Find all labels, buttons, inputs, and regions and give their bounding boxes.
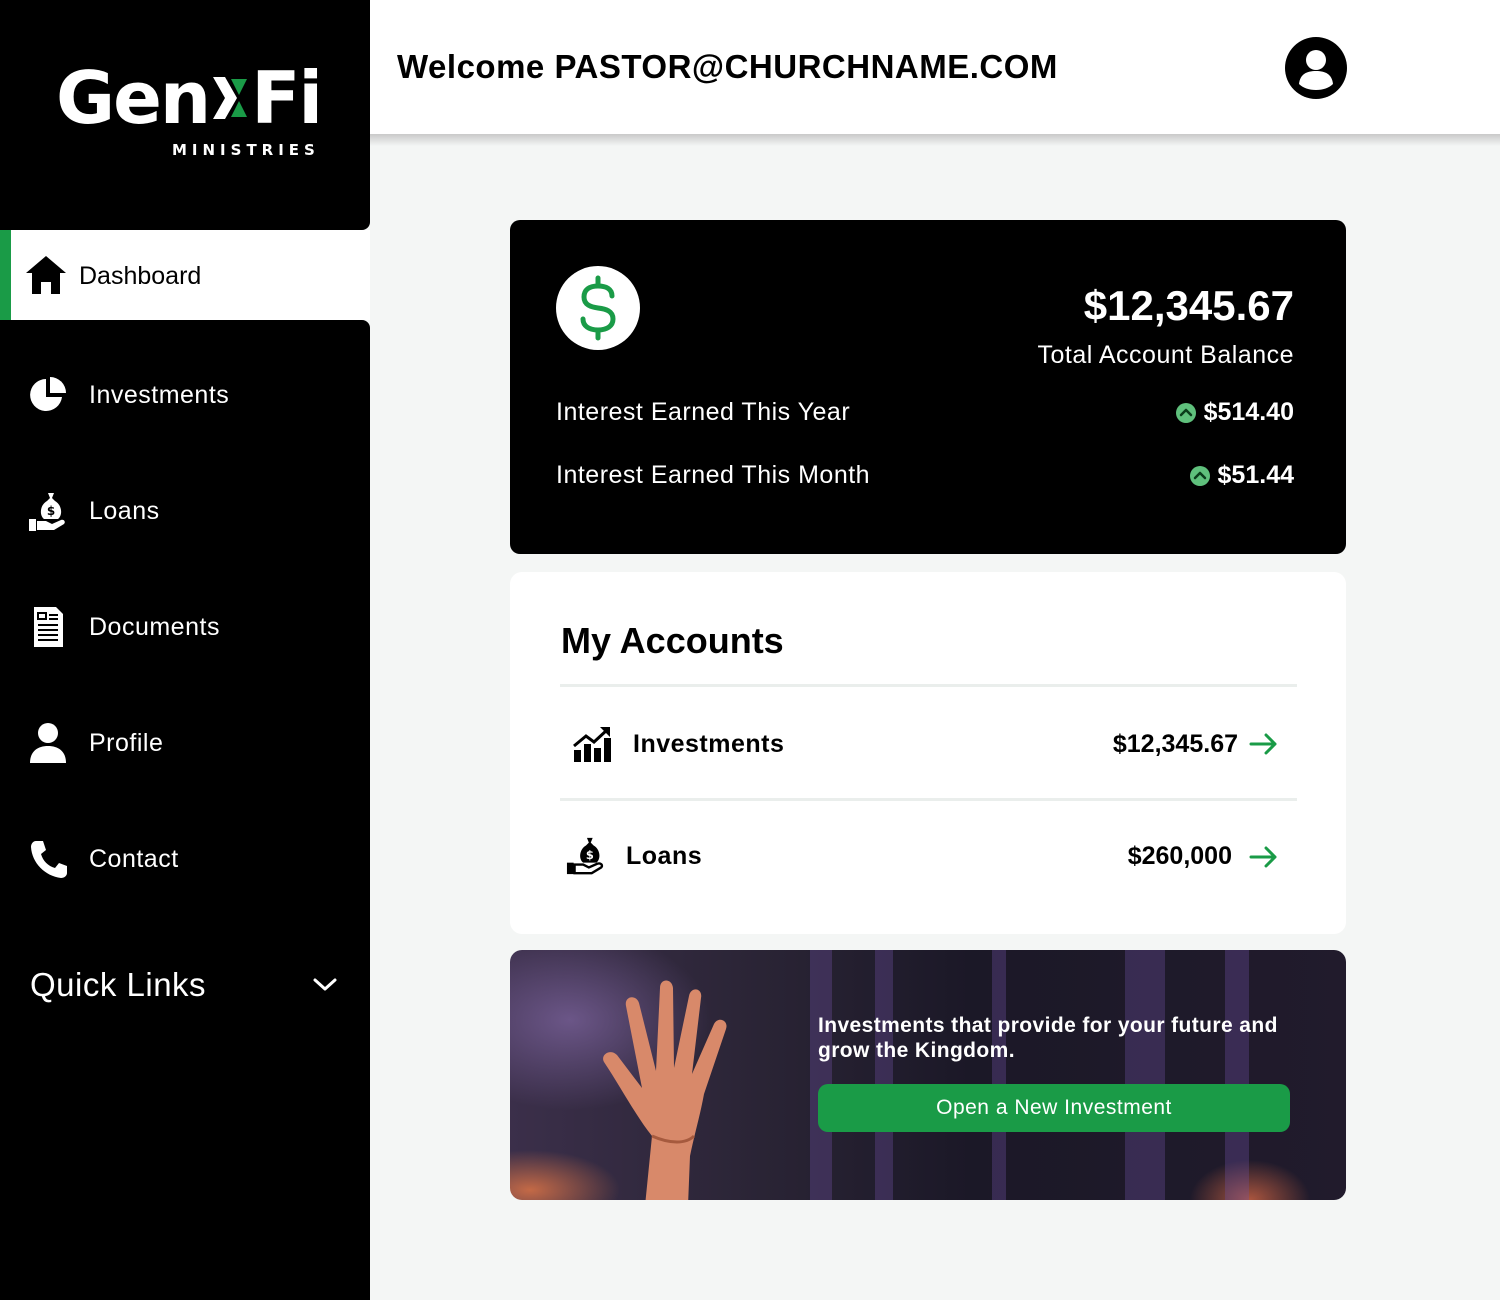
background-light <box>875 950 893 1200</box>
my-accounts-title: My Accounts <box>561 620 784 661</box>
sidebar-item-documents[interactable]: Documents <box>0 587 370 667</box>
quick-links-label: Quick Links <box>30 966 207 1003</box>
interest-month-label: Interest Earned This Month <box>556 461 871 489</box>
total-balance: $12,345.67 <box>1083 282 1294 329</box>
phone-icon <box>31 841 67 878</box>
pie-chart-icon <box>30 377 66 411</box>
divider <box>560 684 1297 687</box>
increase-icon <box>1189 465 1210 486</box>
dollar-icon <box>556 266 640 350</box>
interest-month-value: $51.44 <box>1189 461 1294 490</box>
background-light <box>1225 950 1249 1200</box>
sidebar-nav: Investments $ Loans Documents Profile Co… <box>0 320 370 1300</box>
growth-chart-icon <box>573 727 611 762</box>
chevron-down-icon <box>313 978 337 991</box>
sidebar-item-label: Contact <box>89 845 179 873</box>
logo-x-mark <box>209 71 251 125</box>
welcome-text: Welcome PASTOR@CHURCHNAME.COM <box>397 48 1058 85</box>
logo[interactable]: Gen Fi MINISTRIES <box>0 0 370 230</box>
background-light <box>992 950 1006 1200</box>
arrow-right-icon[interactable] <box>1249 845 1279 869</box>
quick-links-toggle[interactable]: Quick Links <box>30 960 350 1010</box>
active-indicator <box>0 230 11 320</box>
interest-year-value: $514.40 <box>1175 398 1294 427</box>
sidebar-item-label: Dashboard <box>79 262 202 290</box>
money-bag-hand-icon: $ <box>29 493 65 531</box>
document-icon <box>34 607 63 647</box>
total-balance-label: Total Account Balance <box>1037 341 1294 369</box>
header-shadow <box>370 134 1500 146</box>
money-bag-hand-icon: $ <box>566 837 604 875</box>
logo-text-fi: Fi <box>251 56 323 140</box>
promo-banner: Investments that provide for your future… <box>510 950 1346 1200</box>
sidebar-item-label: Loans <box>89 497 160 525</box>
background-light <box>1125 950 1165 1200</box>
header: Welcome PASTOR@CHURCHNAME.COM <box>370 0 1500 134</box>
raised-hand-image <box>603 980 727 1200</box>
sidebar-item-label: Profile <box>89 729 164 757</box>
account-name: Investments <box>633 730 785 758</box>
interest-month-amount: $51.44 <box>1217 461 1294 489</box>
sidebar-item-investments[interactable]: Investments <box>0 355 370 435</box>
account-amount: $260,000 <box>1127 842 1232 870</box>
my-accounts-card: My Accounts Investments $12,345.67 $ Loa… <box>510 572 1346 934</box>
background-light <box>810 950 832 1200</box>
sidebar-item-contact[interactable]: Contact <box>0 819 370 899</box>
account-name: Loans <box>626 842 703 870</box>
user-circle-icon[interactable] <box>1285 37 1347 99</box>
svg-text:$: $ <box>586 848 594 862</box>
arrow-right-icon[interactable] <box>1249 732 1279 756</box>
svg-text:$: $ <box>47 504 55 518</box>
interest-year-label: Interest Earned This Year <box>556 398 851 426</box>
open-investment-button[interactable]: Open a New Investment <box>818 1084 1290 1132</box>
account-row-loans[interactable]: $ Loans $260,000 <box>560 818 1297 898</box>
logo-subtitle: MINISTRIES <box>172 141 320 159</box>
sidebar: Gen Fi MINISTRIES Dashboard Investments $… <box>0 0 370 1300</box>
sidebar-item-label: Investments <box>89 381 230 409</box>
account-amount: $12,345.67 <box>1112 730 1238 758</box>
balance-card: $12,345.67 Total Account Balance Interes… <box>510 220 1346 554</box>
sidebar-item-label: Documents <box>89 613 220 641</box>
sidebar-item-loans[interactable]: $ Loans <box>0 471 370 551</box>
logo-text-gen: Gen <box>56 56 211 140</box>
increase-icon <box>1175 402 1196 423</box>
interest-year-amount: $514.40 <box>1203 398 1294 426</box>
user-icon <box>30 723 66 763</box>
sidebar-item-profile[interactable]: Profile <box>0 703 370 783</box>
home-icon <box>26 256 66 294</box>
account-row-investments[interactable]: Investments $12,345.67 <box>560 704 1297 784</box>
divider <box>560 798 1297 801</box>
promo-text: Investments that provide for your future… <box>818 1014 1278 1062</box>
sidebar-item-dashboard[interactable]: Dashboard <box>0 230 370 320</box>
